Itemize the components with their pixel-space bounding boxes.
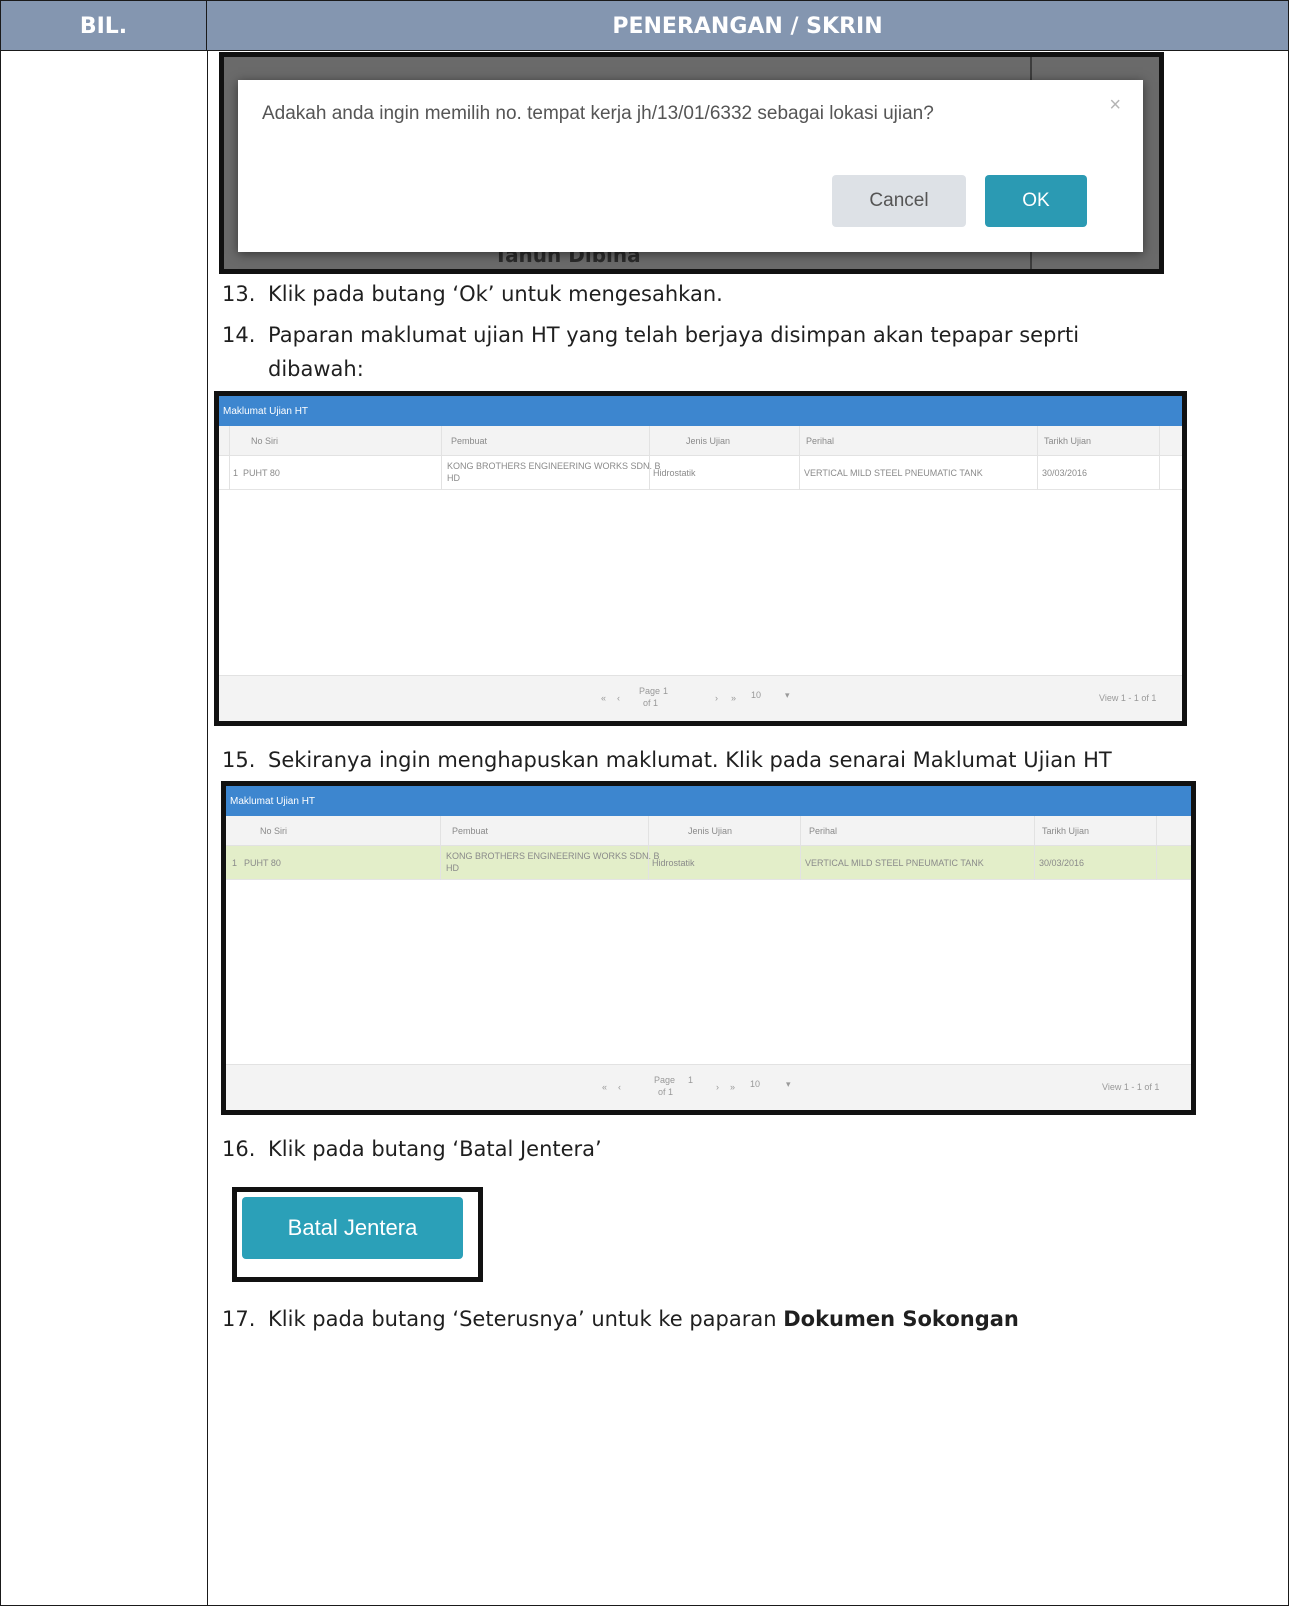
grid-col-line [649, 426, 650, 490]
cell-no-siri: PUHT 80 [244, 858, 281, 868]
step-text: Klik pada butang ‘Seterusnya’ untuk ke p… [268, 1307, 784, 1331]
chevron-down-icon[interactable]: ▾ [786, 1079, 791, 1090]
first-page-icon[interactable]: « [602, 1082, 607, 1093]
cell-pembuat-2: HD [446, 863, 459, 873]
next-page-icon[interactable]: › [716, 1082, 719, 1093]
col-jenis-ujian[interactable]: Jenis Ujian [688, 826, 732, 837]
last-page-icon[interactable]: » [730, 1082, 735, 1093]
col-perihal[interactable]: Perihal [809, 826, 837, 837]
step-number: 16. [222, 1137, 256, 1161]
last-page-icon[interactable]: » [731, 693, 736, 704]
grid-col-line [1159, 426, 1160, 490]
grid-title: Maklumat Ujian HT [219, 396, 1182, 426]
table-header-row: BIL. PENERANGAN / SKRIN [1, 1, 1288, 51]
header-penerangan: PENERANGAN / SKRIN [612, 13, 883, 39]
step-17: 17. Klik pada butang ‘Seterusnya’ untuk k… [222, 1302, 1019, 1336]
step-text: Paparan maklumat ujian HT yang telah ber… [268, 323, 1080, 347]
col-no-siri[interactable]: No Siri [260, 826, 287, 837]
page-label: Page [654, 1075, 676, 1085]
next-page-icon[interactable]: › [715, 693, 718, 704]
step-number: 13. [222, 282, 256, 306]
row-index: 1 [232, 858, 238, 868]
step-text-bold: Dokumen Sokongan [783, 1307, 1019, 1331]
page-of-label: of 1 [643, 698, 659, 708]
grid-col-line [441, 426, 442, 490]
page-number-input[interactable]: 1 [663, 686, 668, 697]
confirm-modal: Adakah anda ingin memilih no. tempat ker… [238, 80, 1143, 252]
cancel-button[interactable]: Cancel [832, 175, 966, 227]
col-pembuat[interactable]: Pembuat [451, 436, 487, 447]
grid-col-line [1034, 816, 1035, 880]
step-text: Klik pada butang ‘Batal Jentera’ [268, 1137, 602, 1161]
column-divider [207, 51, 208, 1606]
grid-title: Maklumat Ujian HT [226, 786, 1191, 816]
cell-perihal: VERTICAL MILD STEEL PNEUMATIC TANK [805, 858, 984, 868]
cell-jenis-ujian: Hidrostatik [652, 858, 695, 868]
page-of-label: of 1 [658, 1087, 674, 1097]
grid-pager: « ‹ Page of 1 1 › » 10 ▾ View 1 - 1 of 1 [219, 675, 1182, 721]
step-15: 15. Sekiranya ingin menghapuskan maklumat… [222, 743, 1112, 777]
col-tarikh-ujian[interactable]: Tarikh Ujian [1042, 826, 1089, 837]
header-bil: BIL. [1, 1, 207, 51]
table-row-selected[interactable]: 1 PUHT 80 KONG BROTHERS ENGINEERING WORK… [226, 846, 1191, 880]
view-records-text: View 1 - 1 of 1 [1102, 1082, 1160, 1092]
batal-jentera-button[interactable]: Batal Jentera [242, 1197, 463, 1259]
cell-pembuat-2: HD [447, 473, 460, 483]
cell-tarikh-ujian: 30/03/2016 [1039, 858, 1085, 868]
grid-col-line [1156, 816, 1157, 880]
step-number: 14. [222, 323, 256, 347]
step-number: 15. [222, 748, 256, 772]
grid-header-row: No Siri Pembuat Jenis Ujian Perihal Tari… [226, 816, 1191, 846]
first-page-icon[interactable]: « [601, 693, 606, 704]
modal-message: Adakah anda ingin memilih no. tempat ker… [262, 103, 934, 124]
page-number-input[interactable]: 1 [688, 1075, 693, 1086]
page-size-select[interactable]: 10 [751, 690, 761, 701]
col-perihal[interactable]: Perihal [806, 436, 834, 447]
row-index: 1 [233, 468, 239, 478]
close-icon[interactable]: × [1109, 94, 1121, 117]
grid-pager: « ‹ Page of 1 1 › » 10 ▾ View 1 - 1 of 1 [226, 1064, 1191, 1110]
screenshot-confirm-dialog: Tahun Dibina Adakah anda ingin memilih n… [219, 52, 1164, 274]
step-14: 14. Paparan maklumat ujian HT yang telah … [222, 318, 1079, 386]
grid-col-line [799, 426, 800, 490]
cell-tarikh-ujian: 30/03/2016 [1042, 468, 1088, 478]
cell-no-siri: PUHT 80 [243, 468, 280, 478]
step-number: 17. [222, 1307, 256, 1331]
prev-page-icon[interactable]: ‹ [618, 1082, 621, 1093]
page-size-select[interactable]: 10 [750, 1079, 760, 1090]
step-13: 13. Klik pada butang ‘Ok’ untuk mengesahk… [222, 277, 723, 311]
cell-perihal: VERTICAL MILD STEEL PNEUMATIC TANK [804, 468, 983, 478]
grid-col-line [229, 426, 230, 490]
col-no-siri[interactable]: No Siri [251, 436, 278, 447]
view-records-text: View 1 - 1 of 1 [1099, 693, 1157, 703]
cell-pembuat: KONG BROTHERS ENGINEERING WORKS SDN. B [447, 461, 661, 471]
step-text-continued: dibawah: [268, 357, 364, 381]
page-label: Page [639, 686, 661, 696]
cell-jenis-ujian: Hidrostatik [653, 468, 696, 478]
chevron-down-icon[interactable]: ▾ [785, 690, 790, 701]
screenshot-grid-selected: Maklumat Ujian HT No Siri Pembuat Jenis … [221, 781, 1196, 1115]
cell-pembuat: KONG BROTHERS ENGINEERING WORKS SDN. B [446, 851, 660, 861]
grid-col-line [440, 816, 441, 880]
step-16: 16. Klik pada butang ‘Batal Jentera’ [222, 1132, 602, 1166]
screenshot-grid-saved: Maklumat Ujian HT No Siri Pembuat Jenis … [214, 391, 1187, 726]
col-pembuat[interactable]: Pembuat [452, 826, 488, 837]
grid-col-line [648, 816, 649, 880]
step-text: Sekiranya ingin menghapuskan maklumat. K… [268, 748, 1112, 772]
ok-button[interactable]: OK [985, 175, 1087, 227]
grid-col-line [1037, 426, 1038, 490]
screenshot-batal-button: Batal Jentera [232, 1187, 483, 1282]
step-text: Klik pada butang ‘Ok’ untuk mengesahkan. [268, 282, 723, 306]
col-jenis-ujian[interactable]: Jenis Ujian [686, 436, 730, 447]
col-tarikh-ujian[interactable]: Tarikh Ujian [1044, 436, 1091, 447]
grid-col-line [800, 816, 801, 880]
prev-page-icon[interactable]: ‹ [617, 693, 620, 704]
